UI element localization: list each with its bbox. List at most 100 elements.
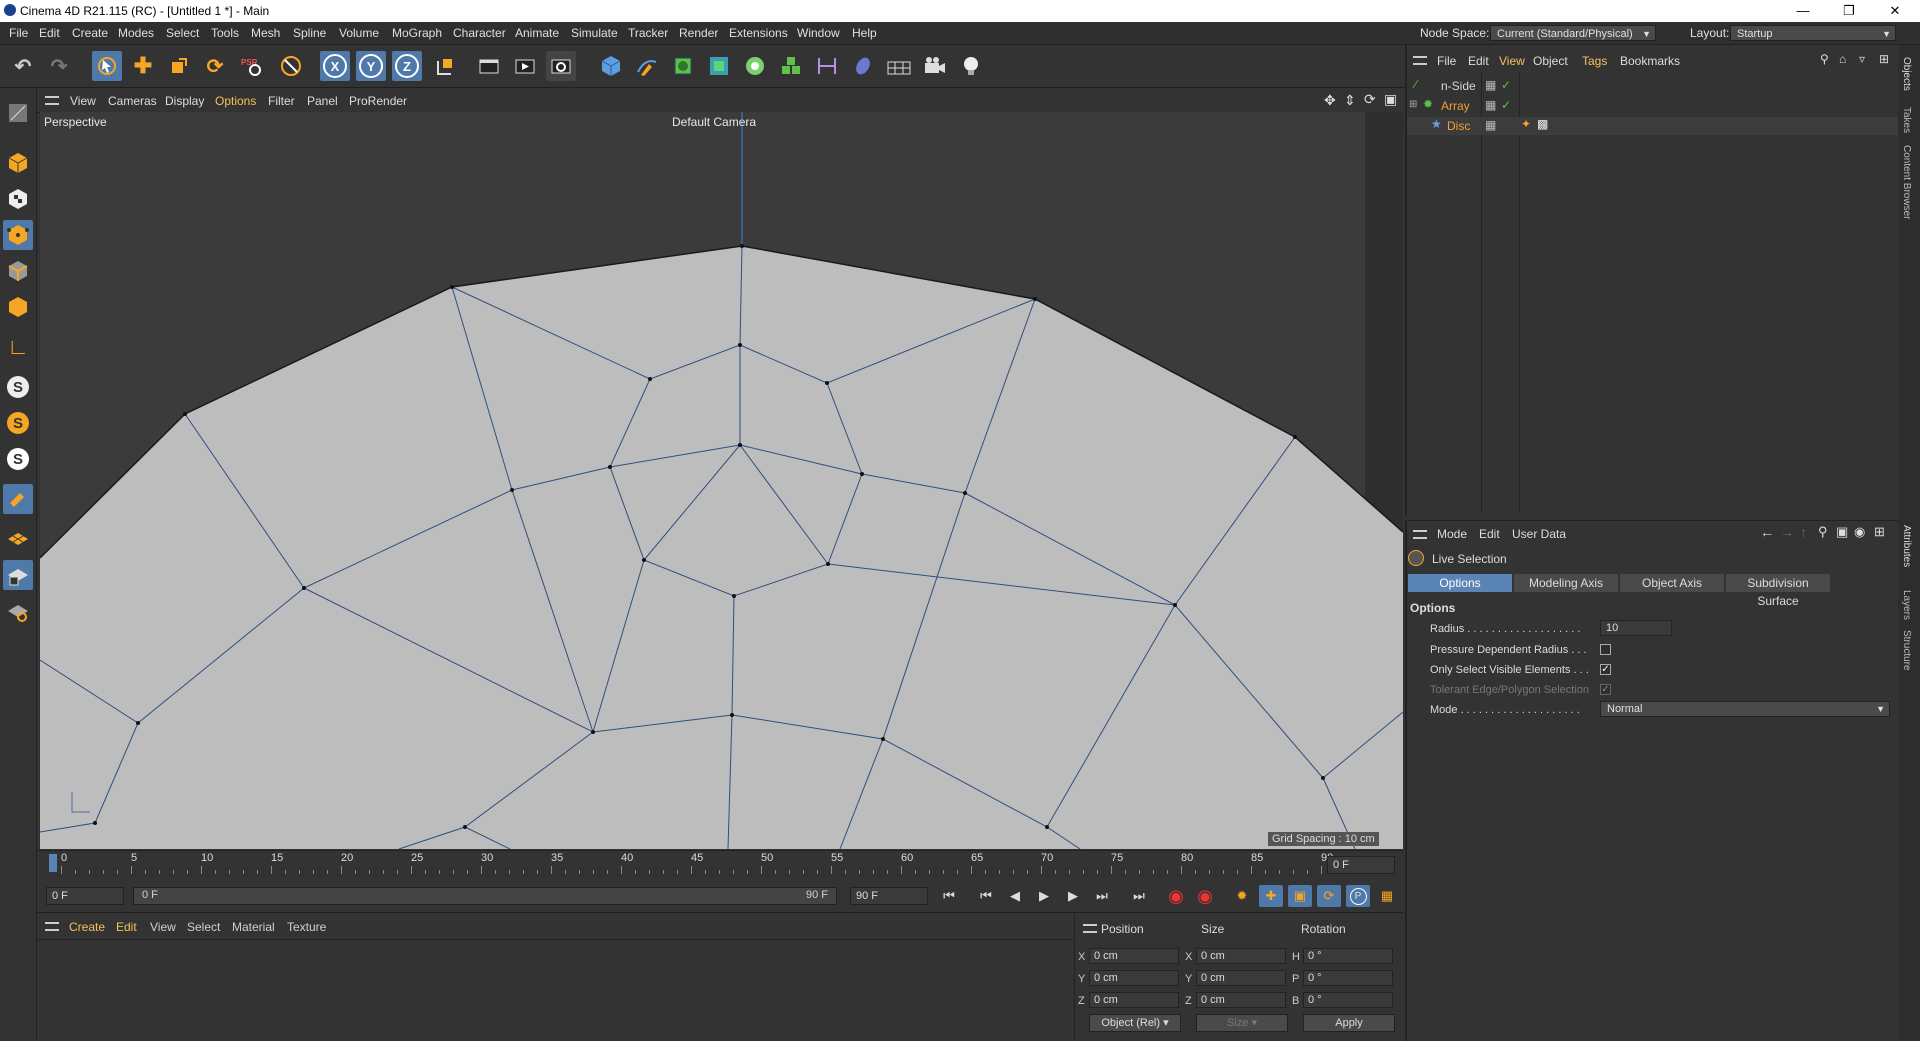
rot-h-field[interactable]: 0 °: [1303, 948, 1393, 964]
forward-arrow-icon[interactable]: →: [1780, 524, 1794, 540]
keyframe-selection-icon[interactable]: ✹: [1230, 885, 1254, 907]
attr-menu-edit[interactable]: Edit: [1479, 527, 1500, 541]
rot-b-field[interactable]: 0 °: [1303, 992, 1393, 1008]
size-mode-dropdown[interactable]: Size ▾: [1196, 1014, 1288, 1032]
live-selection-icon[interactable]: [92, 51, 122, 81]
node-space-dropdown[interactable]: Current (Standard/Physical) ▼: [1490, 25, 1656, 41]
frame-range-slider[interactable]: 0 F 90 F: [133, 887, 837, 905]
new-panel-icon[interactable]: ⊞: [1874, 524, 1885, 540]
material-menu-create[interactable]: Create: [69, 920, 105, 934]
previous-frame-icon[interactable]: ◀: [1003, 885, 1027, 907]
snap-icon[interactable]: S: [3, 372, 33, 402]
size-y-field[interactable]: 0 cm: [1196, 970, 1286, 986]
hamburger-icon[interactable]: [45, 96, 59, 105]
render-to-picture-viewer-icon[interactable]: [510, 51, 540, 81]
redo-icon[interactable]: ↷: [44, 51, 74, 81]
tab-subdivision-surface[interactable]: Subdivision Surface: [1726, 574, 1830, 608]
layer-icon[interactable]: ▦: [1485, 98, 1496, 112]
menu-simulate[interactable]: Simulate: [571, 26, 618, 40]
viewport-menu-display[interactable]: Display: [165, 94, 204, 108]
light-icon[interactable]: [956, 51, 986, 81]
axis-mode-icon[interactable]: ∟: [3, 332, 33, 362]
polygons-mode-icon[interactable]: [3, 292, 33, 322]
layer-icon[interactable]: ▦: [1485, 78, 1496, 92]
render-view-icon[interactable]: [474, 51, 504, 81]
search-icon[interactable]: ⚲: [1818, 524, 1828, 540]
tab-object-axis[interactable]: Object Axis: [1620, 574, 1724, 592]
menu-render[interactable]: Render: [679, 26, 718, 40]
coordinate-mode-dropdown[interactable]: Object (Rel) ▾: [1089, 1014, 1181, 1032]
tab-modeling-axis[interactable]: Modeling Axis: [1514, 574, 1618, 592]
minimize-button[interactable]: —: [1780, 0, 1826, 22]
size-x-field[interactable]: 0 cm: [1196, 948, 1286, 964]
layout-dropdown[interactable]: Startup ▼: [1730, 25, 1896, 41]
close-button[interactable]: ✕: [1872, 0, 1918, 22]
menu-file[interactable]: File: [9, 26, 28, 40]
next-key-icon[interactable]: ⏭: [1090, 885, 1114, 907]
edges-mode-icon[interactable]: [3, 256, 33, 286]
menu-volume[interactable]: Volume: [339, 26, 379, 40]
quantize-icon[interactable]: S: [3, 444, 33, 474]
render-settings-icon[interactable]: [546, 51, 576, 81]
menu-mesh[interactable]: Mesh: [251, 26, 280, 40]
end-frame-field[interactable]: 90 F: [850, 887, 928, 905]
tolerant-selection-checkbox[interactable]: ✓: [1600, 684, 1611, 695]
perspective-viewport[interactable]: [40, 112, 1403, 849]
menu-extensions[interactable]: Extensions: [729, 26, 788, 40]
search-icon[interactable]: ⚲: [1820, 52, 1829, 66]
start-frame-field[interactable]: 0 F: [46, 887, 124, 905]
back-arrow-icon[interactable]: ←: [1760, 524, 1774, 540]
menu-animate[interactable]: Animate: [515, 26, 559, 40]
viewport-menu-view[interactable]: View: [70, 94, 96, 108]
record-active-icon[interactable]: ◉: [1164, 885, 1188, 907]
phong-tag-icon[interactable]: ✦: [1521, 117, 1531, 131]
pos-z-field[interactable]: 0 cm: [1089, 992, 1179, 1008]
subdivision-surface-icon[interactable]: [668, 51, 698, 81]
mograph-cubes-icon[interactable]: [776, 51, 806, 81]
side-tab-layers[interactable]: Layers: [1901, 590, 1912, 620]
size-z-field[interactable]: 0 cm: [1196, 992, 1286, 1008]
object-menu-edit[interactable]: Edit: [1468, 54, 1489, 68]
attr-menu-mode[interactable]: Mode: [1437, 527, 1467, 541]
field-icon[interactable]: [848, 51, 878, 81]
pen-spline-icon[interactable]: [632, 51, 662, 81]
make-editable-icon[interactable]: [3, 98, 33, 128]
go-to-start-icon[interactable]: ⏮: [937, 885, 961, 907]
material-menu-edit[interactable]: Edit: [116, 920, 137, 934]
viewport-menu-filter[interactable]: Filter: [268, 94, 295, 108]
hamburger-icon[interactable]: [1083, 924, 1097, 933]
next-frame-icon[interactable]: ▶: [1061, 885, 1085, 907]
z-axis-lock-button[interactable]: Z: [392, 51, 422, 81]
mode-dropdown[interactable]: Normal ▼: [1600, 701, 1890, 717]
side-tab-content-browser[interactable]: Content Browser: [1901, 145, 1912, 219]
pos-y-field[interactable]: 0 cm: [1089, 970, 1179, 986]
planar-workplane-icon[interactable]: [3, 596, 33, 626]
record-parameter-icon[interactable]: P: [1346, 885, 1370, 907]
object-row-n-side[interactable]: ∕ n-Side ▦ ✓: [1407, 77, 1898, 95]
material-menu-material[interactable]: Material: [232, 920, 275, 934]
radius-field[interactable]: 10: [1600, 620, 1672, 636]
current-frame-field[interactable]: 0 F: [1327, 856, 1395, 874]
menu-spline[interactable]: Spline: [293, 26, 326, 40]
play-icon[interactable]: ▶: [1032, 885, 1056, 907]
material-menu-select[interactable]: Select: [187, 920, 220, 934]
recent-tools-icon[interactable]: PSR: [236, 51, 266, 81]
menu-mograph[interactable]: MoGraph: [392, 26, 442, 40]
camera-label[interactable]: Default Camera: [672, 115, 756, 129]
object-menu-view[interactable]: View: [1499, 54, 1525, 68]
record-point-level-icon[interactable]: ▦: [1375, 885, 1399, 907]
model-mode-icon[interactable]: [3, 148, 33, 178]
object-menu-tags[interactable]: Tags: [1582, 54, 1607, 68]
pressure-radius-checkbox[interactable]: [1600, 644, 1611, 655]
workplane-icon[interactable]: [3, 524, 33, 554]
object-name[interactable]: Disc: [1447, 119, 1470, 133]
maximize-button[interactable]: ❐: [1826, 0, 1872, 22]
object-menu-object[interactable]: Object: [1533, 54, 1568, 68]
enabled-check-icon[interactable]: ✓: [1501, 98, 1511, 112]
previous-key-icon[interactable]: ⏮: [974, 885, 998, 907]
object-menu-bookmarks[interactable]: Bookmarks: [1620, 54, 1680, 68]
tab-options[interactable]: Options: [1408, 574, 1512, 592]
camera-icon[interactable]: [920, 51, 950, 81]
menu-character[interactable]: Character: [453, 26, 506, 40]
side-tab-attributes[interactable]: Attributes: [1901, 525, 1912, 567]
